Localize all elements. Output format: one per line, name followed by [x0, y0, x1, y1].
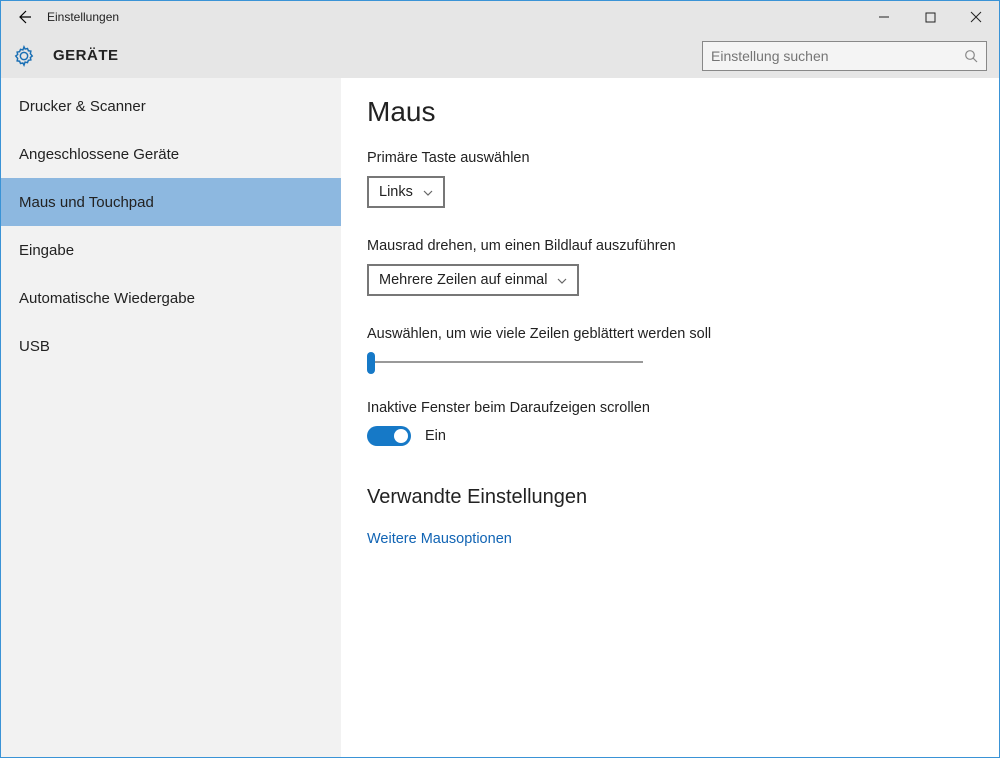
maximize-icon [925, 12, 936, 23]
lines-slider[interactable] [367, 352, 643, 372]
sidebar-item-label: USB [19, 338, 50, 355]
chevron-down-icon [557, 272, 567, 288]
toggle-knob [394, 429, 408, 443]
header-category: GERÄTE [53, 47, 119, 64]
main-content: Maus Primäre Taste auswählen Links Mausr… [341, 78, 999, 757]
sidebar-item-printers[interactable]: Drucker & Scanner [1, 82, 341, 130]
more-mouse-options-link[interactable]: Weitere Mausoptionen [367, 531, 999, 547]
sidebar-item-label: Maus und Touchpad [19, 194, 154, 211]
gear-icon [13, 45, 35, 67]
sidebar-item-label: Eingabe [19, 242, 74, 259]
titlebar: Einstellungen [1, 1, 999, 33]
sidebar-item-label: Drucker & Scanner [19, 98, 146, 115]
inactive-scroll-toggle[interactable] [367, 426, 411, 446]
sidebar-item-label: Automatische Wiedergabe [19, 290, 195, 307]
primary-button-value: Links [379, 184, 413, 200]
sidebar-item-mouse-touchpad[interactable]: Maus und Touchpad [1, 178, 341, 226]
settings-gear-icon [1, 45, 47, 67]
close-button[interactable] [953, 1, 999, 33]
arrow-left-icon [16, 9, 32, 25]
sidebar-item-label: Angeschlossene Geräte [19, 146, 179, 163]
search-icon [956, 49, 986, 63]
back-button[interactable] [1, 1, 47, 33]
page-title: Maus [367, 96, 999, 128]
sidebar-item-connected-devices[interactable]: Angeschlossene Geräte [1, 130, 341, 178]
minimize-button[interactable] [861, 1, 907, 33]
related-heading: Verwandte Einstellungen [367, 486, 999, 509]
chevron-down-icon [423, 184, 433, 200]
maximize-button[interactable] [907, 1, 953, 33]
search-input[interactable] [703, 42, 956, 70]
wheel-mode-label: Mausrad drehen, um einen Bildlauf auszuf… [367, 238, 999, 254]
slider-thumb[interactable] [367, 352, 375, 374]
lines-label: Auswählen, um wie viele Zeilen geblätter… [367, 326, 999, 342]
sidebar-item-usb[interactable]: USB [1, 322, 341, 370]
primary-button-label: Primäre Taste auswählen [367, 150, 999, 166]
body: Drucker & Scanner Angeschlossene Geräte … [1, 78, 999, 757]
search-box[interactable] [702, 41, 987, 71]
inactive-scroll-label: Inaktive Fenster beim Daraufzeigen scrol… [367, 400, 999, 416]
minimize-icon [878, 11, 890, 23]
primary-button-dropdown[interactable]: Links [367, 176, 445, 208]
sidebar: Drucker & Scanner Angeschlossene Geräte … [1, 78, 341, 757]
slider-track [367, 361, 643, 363]
close-icon [970, 11, 982, 23]
window-title: Einstellungen [47, 10, 119, 24]
sidebar-item-autoplay[interactable]: Automatische Wiedergabe [1, 274, 341, 322]
sidebar-item-typing[interactable]: Eingabe [1, 226, 341, 274]
header: GERÄTE [1, 33, 999, 78]
wheel-mode-dropdown[interactable]: Mehrere Zeilen auf einmal [367, 264, 579, 296]
wheel-mode-value: Mehrere Zeilen auf einmal [379, 272, 547, 288]
inactive-scroll-state: Ein [425, 428, 446, 444]
